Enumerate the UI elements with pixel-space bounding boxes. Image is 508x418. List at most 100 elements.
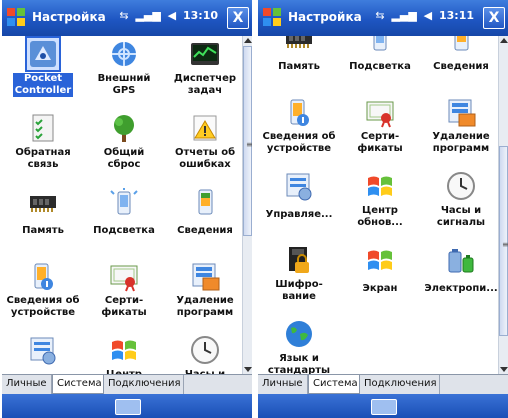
settings-item[interactable]: Сведения — [165, 186, 242, 237]
settings-item[interactable]: Сведения об устройстве — [259, 96, 339, 155]
tab-system[interactable]: Система — [52, 375, 104, 394]
scroll-down-icon[interactable] — [244, 367, 252, 372]
close-button[interactable]: X — [227, 7, 249, 29]
settings-item[interactable]: Язык и стандарты — [259, 318, 339, 374]
tab-personal[interactable]: Личные — [258, 375, 308, 394]
scroll-down-icon[interactable] — [500, 367, 508, 372]
settings-screen-right: Настройка ⇆ ▂▄▆ ◀ 13:11 X Память Подсветк… — [258, 0, 508, 418]
scrollbar[interactable]: ≡ — [242, 36, 252, 374]
tab-connections[interactable]: Подключения — [360, 375, 440, 394]
label-line-1: Серти- — [104, 295, 144, 306]
status-area[interactable]: ⇆ ▂▄▆ ◀ 13:11 — [375, 9, 474, 22]
label-line-1: Сведения — [177, 225, 233, 236]
scrollbar[interactable]: ≡ — [498, 36, 508, 374]
settings-item-label: Управляе... — [264, 209, 335, 221]
label-line-2: связь — [27, 159, 59, 170]
label-line-1: Удаление — [432, 131, 490, 142]
memory-icon — [286, 36, 312, 48]
tab-connections[interactable]: Подключения — [104, 375, 184, 394]
settings-item[interactable]: Отчеты об ошибках — [165, 112, 242, 171]
windows-start-icon[interactable] — [5, 6, 27, 28]
settings-item[interactable]: Удаление программ — [421, 96, 498, 155]
settings-item[interactable]: Pocket Controller — [3, 36, 83, 97]
status-area[interactable]: ⇆ ▂▄▆ ◀ 13:10 — [119, 9, 218, 22]
settings-item[interactable]: Обратная связь — [3, 112, 83, 171]
label-line-1: Память — [22, 225, 64, 236]
label-line-1: Удаление — [176, 295, 234, 306]
settings-item[interactable]: Управляе... — [3, 334, 83, 374]
settings-item[interactable]: Память — [3, 186, 83, 237]
tab-bar: Личные Система Подключения — [258, 374, 508, 395]
settings-item[interactable]: Центробнов... — [340, 170, 420, 229]
settings-item[interactable]: Центробнов... — [84, 334, 164, 374]
settings-item-label: Язык и стандарты — [266, 353, 332, 374]
settings-item-label: Общий сброс — [102, 147, 147, 171]
label-line-2: ошибках — [179, 159, 231, 170]
label-line-2: сигналы — [436, 217, 486, 228]
scroll-up-icon[interactable] — [500, 38, 508, 43]
clock-time: 13:11 — [438, 9, 474, 22]
settings-item-label: Удаление программ — [174, 295, 235, 319]
label-line-2: сброс — [107, 159, 141, 170]
settings-item[interactable]: Сведения — [421, 36, 498, 73]
settings-item-label: Часы исигналы — [435, 205, 487, 229]
settings-item[interactable]: Управляе... — [259, 170, 339, 221]
settings-item-label: Отчеты об ошибках — [173, 147, 237, 171]
settings-item[interactable]: Диспетчер задач — [165, 38, 242, 97]
label-line-1: Сведения об — [6, 295, 80, 306]
settings-item-label: Центробнов... — [355, 205, 404, 229]
settings-item[interactable]: Часы исигналы — [421, 170, 498, 229]
screen-icon — [368, 250, 392, 270]
settings-item[interactable]: Удаление программ — [165, 260, 242, 319]
settings-item[interactable]: Часы исигналы — [165, 334, 242, 374]
tab-bar: Личные Система Подключения — [2, 374, 252, 395]
remove-programs-icon — [192, 263, 220, 291]
label-line-2: устройстве — [266, 143, 332, 154]
scroll-thumb[interactable]: ≡ — [243, 46, 252, 236]
close-button[interactable]: X — [483, 7, 505, 29]
label-line-2: стандарты — [267, 365, 331, 374]
title-bar: Настройка ⇆ ▂▄▆ ◀ 13:10 X — [2, 0, 252, 36]
scroll-up-icon[interactable] — [244, 38, 252, 43]
windows-start-icon[interactable] — [261, 6, 283, 28]
app-title: Настройка — [32, 10, 106, 24]
settings-item-label: Память — [276, 61, 322, 73]
settings-item[interactable]: Внешний GPS — [84, 38, 164, 97]
connectivity-icon: ⇆ — [375, 9, 385, 22]
label-line-1: Обратная — [15, 147, 71, 158]
settings-item-label: Сведения — [431, 61, 491, 73]
settings-item[interactable]: Электропи... — [421, 244, 498, 295]
settings-item[interactable]: Подсветка — [84, 186, 164, 237]
tab-system[interactable]: Система — [308, 375, 360, 394]
certificates-icon — [110, 265, 138, 292]
settings-item[interactable]: Серти-фикаты — [340, 96, 420, 155]
update-center-icon — [112, 340, 136, 360]
settings-item-label: Подсветка — [347, 61, 413, 73]
keyboard-icon[interactable] — [115, 399, 141, 415]
settings-item[interactable]: Шифро-вание — [259, 244, 339, 303]
label-line-1: Pocket — [23, 73, 63, 84]
label-line-2: программ — [432, 143, 490, 154]
label-line-1: Управляе... — [265, 209, 333, 220]
settings-item[interactable]: Серти-фикаты — [84, 260, 164, 319]
tab-personal[interactable]: Личные — [2, 375, 52, 394]
certificates-icon — [366, 101, 394, 128]
scroll-thumb[interactable]: ≡ — [499, 146, 508, 336]
keyboard-icon[interactable] — [371, 399, 397, 415]
settings-item-label: Сведения — [175, 225, 235, 237]
settings-item[interactable]: Память — [259, 36, 339, 73]
settings-item[interactable]: Подсветка — [340, 36, 420, 73]
label-line-1: Язык и — [279, 353, 319, 364]
backlight-icon — [373, 36, 387, 51]
clock-time: 13:10 — [182, 9, 218, 22]
managed-programs-icon — [286, 173, 312, 201]
label-line-1: Сведения об — [262, 131, 336, 142]
label-line-2: фикаты — [357, 143, 403, 154]
label-line-2: программ — [176, 307, 234, 318]
settings-item[interactable]: Экран — [340, 244, 420, 295]
tree-reset-icon — [114, 115, 134, 142]
device-info-icon — [34, 263, 53, 290]
settings-item[interactable]: Общий сброс — [84, 112, 164, 171]
app-title: Настройка — [288, 10, 362, 24]
settings-item[interactable]: Сведения об устройстве — [3, 260, 83, 319]
